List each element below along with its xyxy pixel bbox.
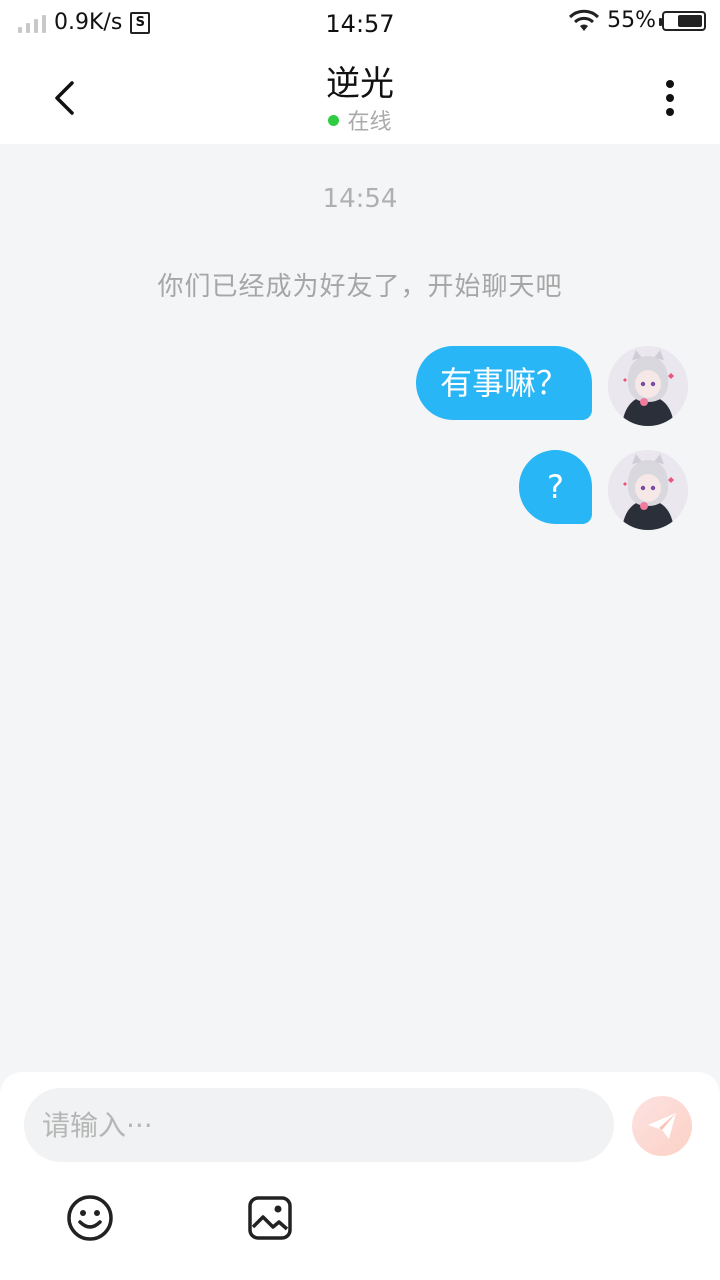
more-options-button[interactable] [646, 74, 694, 122]
message-row: 有事嘛？ [415, 346, 688, 426]
wifi-icon [569, 9, 600, 31]
user-avatar-icon [608, 346, 688, 426]
more-vertical-icon [666, 80, 674, 116]
emoji-icon [67, 1195, 113, 1241]
image-icon [248, 1196, 292, 1240]
presence-status: 在线 [0, 104, 720, 136]
composer [0, 1072, 720, 1280]
contact-name: 逆光 [326, 64, 394, 104]
message-row: ? [519, 450, 688, 530]
avatar[interactable] [608, 346, 688, 426]
message-bubble[interactable]: 有事嘛？ [415, 346, 592, 420]
message-list[interactable]: 14:54 你们已经成为好友了，开始聊天吧 有事嘛？ ? [0, 144, 720, 1070]
message-timestamp: 14:54 [322, 184, 398, 214]
chat-header: 逆光 在线 [0, 50, 720, 144]
online-dot-icon [328, 114, 340, 126]
user-avatar-icon [608, 450, 688, 530]
avatar[interactable] [608, 450, 688, 530]
status-right: 55% [567, 8, 706, 33]
battery-percentage: 55% [607, 8, 656, 33]
message-input[interactable] [24, 1088, 614, 1162]
send-icon [648, 1113, 676, 1139]
message-bubble[interactable]: ? [519, 450, 592, 524]
send-button[interactable] [632, 1096, 692, 1156]
presence-label: 在线 [347, 110, 392, 135]
status-bar: 0.9K/s S 14:57 55% [0, 0, 720, 50]
chat-screen: 0.9K/s S 14:57 55% 逆光 在线 14:54 你们已经成为好友了… [0, 0, 720, 1280]
image-button[interactable] [246, 1194, 294, 1242]
emoji-button[interactable] [66, 1194, 114, 1242]
system-message: 你们已经成为好友了，开始聊天吧 [157, 272, 563, 302]
battery-icon [659, 10, 706, 31]
